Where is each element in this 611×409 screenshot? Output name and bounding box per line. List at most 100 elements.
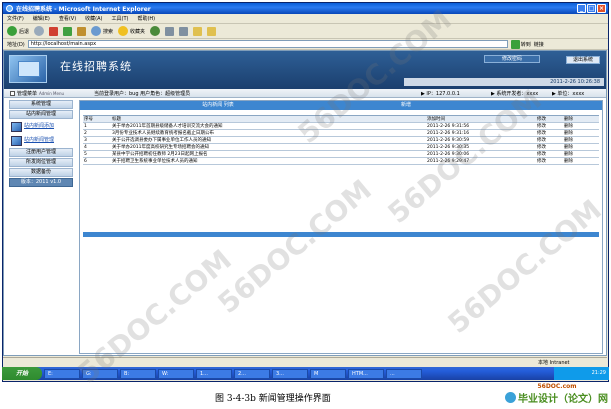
sidebar-item-backup[interactable]: 数据备份 bbox=[9, 168, 73, 177]
row-title[interactable]: 关于招聘卫生系统事业单位技术人员的通知 bbox=[111, 157, 426, 165]
info-bar: 管理菜单 Admin Menu 当前登录用户：bug 用户角色：超级管理员 ▶ … bbox=[4, 89, 606, 98]
row-index: 3 bbox=[83, 136, 111, 144]
change-password-button[interactable]: 修改密码 bbox=[484, 55, 540, 63]
taskbar-item[interactable]: G: bbox=[82, 368, 118, 379]
title-bar: 在线招聘系统 - Microsoft Internet Explorer _ □… bbox=[3, 3, 608, 14]
maximize-button[interactable]: □ bbox=[587, 4, 596, 13]
tab-news-list[interactable]: 站内新闻 列表 bbox=[80, 101, 356, 110]
col-added-time: 添加时间 bbox=[426, 115, 536, 123]
table-header-row: 序号 标题 添加时间 修改 删除 bbox=[83, 115, 599, 123]
sidebar: 系统管理 站内新闻管理 站内新闻添加 站内新闻管理 注册用户管理 所发岗位管理 … bbox=[9, 100, 73, 354]
address-label: 地址(D) bbox=[7, 41, 25, 48]
tab-add-news[interactable]: 新增 bbox=[356, 101, 456, 110]
edit-link[interactable]: 修改 bbox=[536, 122, 563, 130]
sidebar-item-jobs[interactable]: 所发岗位管理 bbox=[9, 158, 73, 167]
system-title: 在线招聘系统 bbox=[60, 60, 132, 73]
address-input[interactable]: http://localhost/main.aspx bbox=[27, 40, 508, 48]
row-title[interactable]: 关于举办2011年度高校研究生专场招聘会的通知 bbox=[111, 143, 426, 151]
row-index: 1 bbox=[83, 122, 111, 130]
developer-info: ▶ 系统开发者：xxxx bbox=[491, 90, 539, 97]
taskbar-item[interactable]: ... bbox=[386, 368, 422, 379]
menu-tools[interactable]: 工具(T) bbox=[112, 15, 129, 22]
stop-icon[interactable] bbox=[49, 26, 59, 36]
edit-link[interactable]: 修改 bbox=[536, 157, 563, 165]
favorites-button[interactable]: 收藏夹 bbox=[118, 26, 145, 36]
taskbar: 开始 E: G: B: W: 1... 2... 3... M HTM... .… bbox=[2, 367, 609, 380]
folder-icon[interactable] bbox=[193, 26, 203, 36]
sidebar-link-news-manage[interactable]: 站内新闻管理 bbox=[9, 134, 73, 147]
sidebar-item-users[interactable]: 注册用户管理 bbox=[9, 148, 73, 157]
col-edit: 修改 bbox=[536, 115, 563, 123]
row-title[interactable]: 3月份专业技术人员继续教育统考报名截止日期公布 bbox=[111, 129, 426, 137]
table-row: 5 某县中学公开招聘初任教师 2月23日起网上报名 2011-2-26 9:30… bbox=[83, 150, 599, 158]
brand-logo: 56DOC.com 毕业设计（论文）网 bbox=[505, 383, 609, 405]
news-manage-icon bbox=[11, 135, 22, 146]
menu-favorites[interactable]: 收藏(A) bbox=[85, 15, 102, 22]
minimize-button[interactable]: _ bbox=[577, 4, 586, 13]
taskbar-item[interactable]: W: bbox=[158, 368, 194, 379]
col-title: 标题 bbox=[111, 115, 426, 123]
taskbar-item[interactable]: HTM... bbox=[348, 368, 384, 379]
links-label[interactable]: 链接 bbox=[534, 41, 544, 48]
table-footer-bar bbox=[83, 232, 599, 237]
col-delete: 删除 bbox=[563, 115, 599, 123]
delete-link[interactable]: 删除 bbox=[563, 136, 599, 144]
delete-link[interactable]: 删除 bbox=[563, 150, 599, 158]
menu-icon bbox=[10, 90, 15, 96]
row-title[interactable]: 某县中学公开招聘初任教师 2月23日起网上报名 bbox=[111, 150, 426, 158]
security-zone: 本地 Intranet bbox=[538, 360, 570, 366]
row-time: 2011-2-26 9:30:06 bbox=[426, 150, 536, 158]
sidebar-item-news-manage-header[interactable]: 站内新闻管理 bbox=[9, 110, 73, 119]
brand-name: 毕业设计（论文）网 bbox=[518, 394, 608, 405]
messenger-icon[interactable] bbox=[207, 26, 217, 36]
back-button[interactable]: 后退 bbox=[7, 26, 29, 36]
forward-arrow-icon[interactable] bbox=[34, 26, 45, 36]
menu-edit[interactable]: 编辑(E) bbox=[33, 15, 50, 22]
mail-icon[interactable] bbox=[165, 26, 175, 36]
edit-link[interactable]: 修改 bbox=[536, 129, 563, 137]
delete-link[interactable]: 删除 bbox=[563, 122, 599, 130]
system-logo bbox=[9, 55, 47, 83]
delete-link[interactable]: 删除 bbox=[563, 143, 599, 151]
taskbar-item[interactable]: M bbox=[310, 368, 346, 379]
refresh-icon[interactable] bbox=[63, 26, 73, 36]
go-button[interactable]: 转到 bbox=[510, 39, 531, 49]
row-time: 2011-2-26 9:29:47 bbox=[426, 157, 536, 165]
home-icon[interactable] bbox=[77, 26, 87, 36]
row-title[interactable]: 关于公开选调县委办下属事业单位工作人员的通知 bbox=[111, 136, 426, 144]
close-button[interactable]: × bbox=[597, 4, 606, 13]
sidebar-link-news-add[interactable]: 站内新闻添加 bbox=[9, 120, 73, 133]
sidebar-item-system[interactable]: 系统管理 bbox=[9, 100, 73, 109]
system-tray: 21:29 bbox=[554, 367, 609, 380]
row-title[interactable]: 关于举办2011年首期县级储备人才培训交流大会的通知 bbox=[111, 122, 426, 130]
user-info: 当前登录用户：bug 用户角色：超级管理员 bbox=[94, 90, 191, 97]
news-table: 序号 标题 添加时间 修改 删除 1 关于举办2011年首期县级储备人才培训交流… bbox=[83, 115, 599, 165]
row-time: 2011-2-26 9:31:16 bbox=[426, 129, 536, 137]
taskbar-item[interactable]: 1... bbox=[196, 368, 232, 379]
print-icon[interactable] bbox=[179, 26, 189, 36]
start-button[interactable]: 开始 bbox=[2, 367, 42, 380]
menu-file[interactable]: 文件(F) bbox=[7, 15, 24, 22]
table-row: 3 关于公开选调县委办下属事业单位工作人员的通知 2011-2-26 9:30:… bbox=[83, 136, 599, 144]
taskbar-item[interactable]: 3... bbox=[272, 368, 308, 379]
taskbar-item[interactable]: E: bbox=[44, 368, 80, 379]
delete-link[interactable]: 删除 bbox=[563, 157, 599, 165]
page-header: 在线招聘系统 修改密码 退出系统 2011-2-26 10:26:38 bbox=[4, 51, 606, 89]
menu-view[interactable]: 查看(V) bbox=[59, 15, 76, 22]
brand-url: 56DOC.com bbox=[537, 383, 577, 390]
search-button[interactable]: 搜索 bbox=[91, 26, 113, 36]
edit-link[interactable]: 修改 bbox=[536, 143, 563, 151]
brand-name-row: 毕业设计（论文）网 bbox=[505, 390, 609, 405]
delete-link[interactable]: 删除 bbox=[563, 129, 599, 137]
taskbar-item[interactable]: B: bbox=[120, 368, 156, 379]
side-menu-heading: 管理菜单 Admin Menu bbox=[4, 90, 74, 97]
clock: 21:29 bbox=[591, 370, 606, 376]
edit-link[interactable]: 修改 bbox=[536, 150, 563, 158]
edit-link[interactable]: 修改 bbox=[536, 136, 563, 144]
exit-button[interactable]: 退出系统 bbox=[566, 56, 600, 64]
web-page: 在线招聘系统 修改密码 退出系统 2011-2-26 10:26:38 管理菜单… bbox=[3, 50, 607, 356]
menu-help[interactable]: 帮助(H) bbox=[137, 15, 155, 22]
address-bar: 地址(D) http://localhost/main.aspx 转到 链接 bbox=[3, 39, 608, 50]
taskbar-item[interactable]: 2... bbox=[234, 368, 270, 379]
history-icon[interactable] bbox=[150, 26, 161, 36]
